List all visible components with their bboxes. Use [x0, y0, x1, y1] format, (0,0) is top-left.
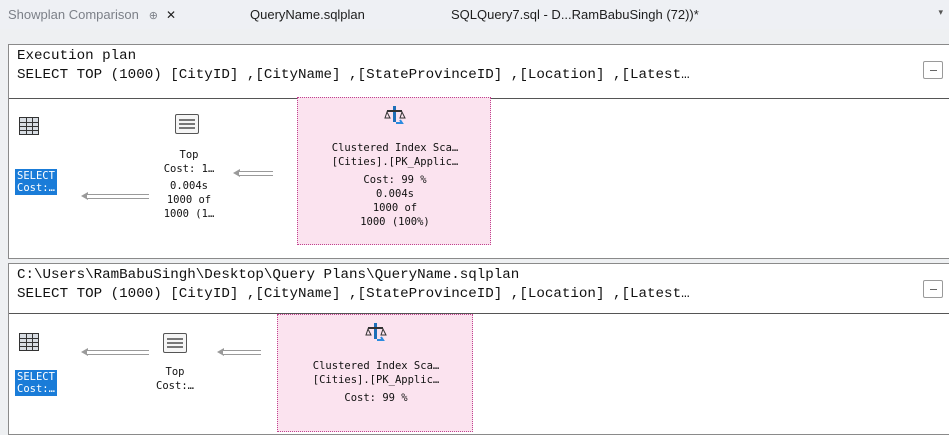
select-label: SELECT Cost:… [15, 169, 57, 195]
plan-header: C:\Users\RamBabuSingh\Desktop\Query Plan… [9, 264, 949, 314]
operator-cost: Cost: 99 % [344, 392, 408, 404]
select-name: SELECT [17, 371, 55, 383]
plan-title: Execution plan [17, 48, 137, 64]
operator-rows: 1000 of [372, 202, 418, 214]
select-cost: Cost:… [17, 182, 55, 194]
flow-arrow [233, 169, 273, 177]
operator-object: [Cities].[PK_Applic… [312, 374, 440, 386]
tab-label: QueryName.sqlplan [250, 7, 365, 22]
close-icon[interactable]: ✕ [166, 8, 176, 22]
top-operator-label: Top Cost: 1… 0.004s 1000 of 1000 (1… [149, 148, 229, 221]
document-tab-bar: Showplan Comparison ⊕ ✕ QueryName.sqlplan … [0, 0, 949, 29]
top-operator-label: Top Cost:… [139, 365, 211, 393]
clustered-index-scan-icon [384, 106, 406, 124]
clustered-index-scan-icon [365, 323, 387, 341]
execution-plan-panel-top: Execution plan SELECT TOP (1000) [CityID… [8, 44, 949, 259]
clustered-index-scan-operator[interactable]: Clustered Index Sca… [Cities].[PK_Applic… [297, 97, 491, 245]
tab-showplan-comparison[interactable]: Showplan Comparison ⊕ ✕ [8, 4, 242, 26]
pin-icon[interactable]: ⊕ [149, 10, 158, 22]
operator-name: Clustered Index Sca… [331, 142, 459, 154]
tab-queryname-sqlplan[interactable]: QueryName.sqlplan [250, 4, 365, 26]
top-operator-icon [175, 114, 199, 134]
table-result-icon [19, 117, 39, 135]
flow-arrow [81, 348, 149, 356]
minus-icon [930, 70, 937, 71]
operator-name: Clustered Index Sca… [312, 360, 440, 372]
operator-cost: Cost:… [156, 380, 194, 392]
plan-query-text: SELECT TOP (1000) [CityID] ,[CityName] ,… [17, 286, 690, 302]
flow-arrow [217, 348, 261, 356]
table-result-icon [19, 333, 39, 351]
select-cost: Cost:… [17, 383, 55, 395]
operator-cost: Cost: 1… [163, 163, 215, 175]
top-operator-icon [163, 333, 187, 353]
clustered-index-scan-label: Clustered Index Sca… [Cities].[PK_Applic… [298, 141, 492, 229]
operator-object: [Cities].[PK_Applic… [331, 156, 459, 168]
tab-dropdown-icon[interactable]: ▾ [938, 7, 943, 18]
tab-sqlquery7[interactable]: SQLQuery7.sql - D...RamBabuSingh (72))* [451, 4, 699, 26]
operator-rows: 1000 of [166, 194, 212, 206]
operator-rows-percent: 1000 (100%) [360, 216, 430, 228]
flow-arrow [81, 192, 149, 200]
operator-time: 0.004s [170, 180, 208, 192]
tab-label: Showplan Comparison [8, 7, 139, 22]
collapse-button[interactable] [923, 280, 943, 298]
plan-header: Execution plan SELECT TOP (1000) [CityID… [9, 45, 949, 99]
clustered-index-scan-operator[interactable]: Clustered Index Sca… [Cities].[PK_Applic… [277, 314, 473, 432]
operator-time: 0.004s [376, 188, 414, 200]
select-label: SELECT Cost:… [15, 370, 57, 396]
plan-file-path: C:\Users\RamBabuSingh\Desktop\Query Plan… [17, 267, 520, 283]
operator-name: Top [179, 149, 199, 161]
operator-cost: Cost: 99 % [363, 174, 427, 186]
operator-rows-percent: 1000 (1… [163, 208, 215, 220]
select-name: SELECT [17, 170, 55, 182]
tab-label: SQLQuery7.sql - D...RamBabuSingh (72))* [451, 7, 699, 22]
minus-icon [930, 289, 937, 290]
clustered-index-scan-label: Clustered Index Sca… [Cities].[PK_Applic… [278, 359, 474, 405]
collapse-button[interactable] [923, 61, 943, 79]
operator-name: Top [165, 366, 185, 378]
plan-query-text: SELECT TOP (1000) [CityID] ,[CityName] ,… [17, 67, 690, 83]
execution-plan-panel-bottom: C:\Users\RamBabuSingh\Desktop\Query Plan… [8, 263, 949, 435]
